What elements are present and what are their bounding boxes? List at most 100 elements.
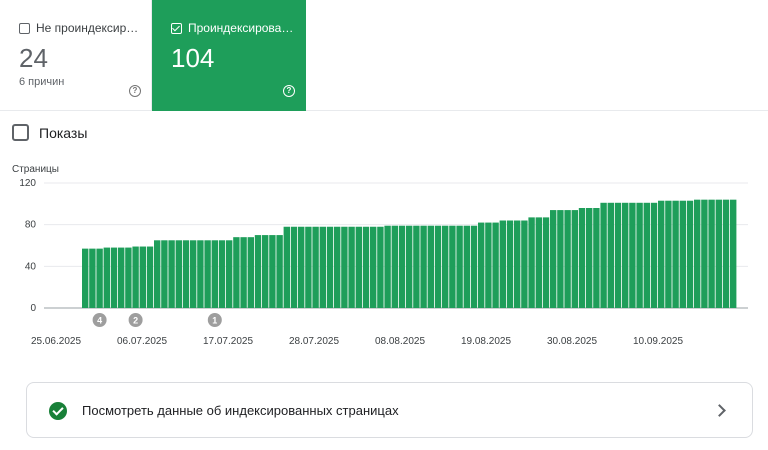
chart-bar[interactable] <box>722 199 730 308</box>
chart-bar[interactable] <box>391 225 398 308</box>
impressions-checkbox-icon[interactable] <box>12 124 29 141</box>
chart-bar[interactable] <box>204 240 211 308</box>
chart-bar[interactable] <box>118 247 125 308</box>
chart-bar[interactable] <box>319 226 326 308</box>
chart-bar[interactable] <box>139 246 146 308</box>
chart-bar[interactable] <box>197 240 204 308</box>
chart-bar[interactable] <box>305 226 312 308</box>
chart-bar[interactable] <box>528 217 535 309</box>
chart-bar[interactable] <box>398 225 406 308</box>
chart-bar[interactable] <box>377 226 384 308</box>
chart-bar[interactable] <box>672 200 679 308</box>
help-icon[interactable]: ? <box>283 85 295 97</box>
chart-bar[interactable] <box>470 225 478 308</box>
chart-bar[interactable] <box>434 225 442 308</box>
chart-bar[interactable] <box>262 235 269 308</box>
chart-bar[interactable] <box>463 225 470 308</box>
chart-bar[interactable] <box>96 248 103 309</box>
chart-bar[interactable] <box>348 226 355 308</box>
chart-bar[interactable] <box>168 240 175 308</box>
chart-bar[interactable] <box>247 237 254 308</box>
indexed-header[interactable]: Проиндексирова… <box>171 21 293 35</box>
checked-checkbox-icon[interactable] <box>171 22 182 34</box>
annotation-marker[interactable]: 1 <box>207 313 222 327</box>
chart-bar[interactable] <box>161 240 168 308</box>
chart-bar[interactable] <box>478 222 485 308</box>
chart-bar[interactable] <box>708 199 715 308</box>
chart-bar[interactable] <box>269 235 276 308</box>
chart-bar[interactable] <box>521 220 528 309</box>
chart-bar[interactable] <box>233 237 240 308</box>
chart-bar[interactable] <box>218 240 226 308</box>
chart-bar[interactable] <box>384 225 391 308</box>
chart-bar[interactable] <box>312 226 319 308</box>
chart-bar[interactable] <box>362 226 370 308</box>
chart-bar[interactable] <box>593 208 600 308</box>
chart-bar[interactable] <box>341 226 348 308</box>
checkbox-icon[interactable] <box>19 22 30 34</box>
chart-bar[interactable] <box>499 220 506 309</box>
chart-bar[interactable] <box>175 240 182 308</box>
chart-bar[interactable] <box>679 200 686 308</box>
chart-bar[interactable] <box>211 240 218 308</box>
chart-bar[interactable] <box>701 199 708 308</box>
chart-bar[interactable] <box>622 202 629 308</box>
chart-bar[interactable] <box>355 226 362 308</box>
chart-bar[interactable] <box>283 226 290 308</box>
chart-bar[interactable] <box>89 248 96 309</box>
chart-bar[interactable] <box>485 222 492 308</box>
chart-bar[interactable] <box>82 248 89 309</box>
chart-bar[interactable] <box>370 226 377 308</box>
chart-bar[interactable] <box>427 225 434 308</box>
impressions-toggle[interactable]: Показы <box>12 124 87 141</box>
chart-bar[interactable] <box>629 202 636 308</box>
chart-bar[interactable] <box>182 240 190 308</box>
chart-bar[interactable] <box>550 210 557 308</box>
chart-bar[interactable] <box>334 226 341 308</box>
chart-bar[interactable] <box>578 208 586 308</box>
annotation-marker[interactable]: 2 <box>128 313 143 327</box>
annotation-marker[interactable]: 4 <box>92 313 107 327</box>
not-indexed-header[interactable]: Не проиндексир… <box>19 21 138 35</box>
chart-bar[interactable] <box>571 210 578 308</box>
chart-bar[interactable] <box>665 200 672 308</box>
chart-bar[interactable] <box>420 225 427 308</box>
chart-bar[interactable] <box>449 225 456 308</box>
chart-bar[interactable] <box>643 202 650 308</box>
chart-bar[interactable] <box>506 220 514 309</box>
chart-bar[interactable] <box>413 225 420 308</box>
chart-bar[interactable] <box>226 240 233 308</box>
chart-bar[interactable] <box>406 225 413 308</box>
chart-bar[interactable] <box>125 247 132 308</box>
chart-bar[interactable] <box>542 217 550 309</box>
chart-bar[interactable] <box>110 247 118 308</box>
chart-bar[interactable] <box>730 199 737 308</box>
chart-bar[interactable] <box>614 202 622 308</box>
chart-bar[interactable] <box>557 210 564 308</box>
chart-bar[interactable] <box>154 240 161 308</box>
chart-bar[interactable] <box>326 226 334 308</box>
chart-bar[interactable] <box>636 202 643 308</box>
chart-bar[interactable] <box>694 199 701 308</box>
chart-bar[interactable] <box>650 202 658 308</box>
chart-bar[interactable] <box>254 235 262 308</box>
chart-bar[interactable] <box>298 226 305 308</box>
chart-bar[interactable] <box>535 217 542 309</box>
chart-bar[interactable] <box>456 225 463 308</box>
chart-bar[interactable] <box>146 246 154 308</box>
help-icon[interactable]: ? <box>129 85 141 97</box>
not-indexed-card[interactable]: Не проиндексир… 24 6 причин ? <box>0 0 152 111</box>
chart-bar[interactable] <box>190 240 197 308</box>
chart-bar[interactable] <box>607 202 614 308</box>
chart-bar[interactable] <box>276 235 283 308</box>
chart-bar[interactable] <box>658 200 665 308</box>
chart-bar[interactable] <box>514 220 521 309</box>
view-indexed-pages-link[interactable]: Посмотреть данные об индексированных стр… <box>26 382 753 438</box>
chart-bar[interactable] <box>442 225 449 308</box>
indexed-card[interactable]: Проиндексирова… 104 ? <box>152 0 306 111</box>
chart-bar[interactable] <box>492 222 499 308</box>
chart-bar[interactable] <box>715 199 722 308</box>
chart-bar[interactable] <box>586 208 593 308</box>
chart-bar[interactable] <box>600 202 607 308</box>
chart-bar[interactable] <box>240 237 247 308</box>
